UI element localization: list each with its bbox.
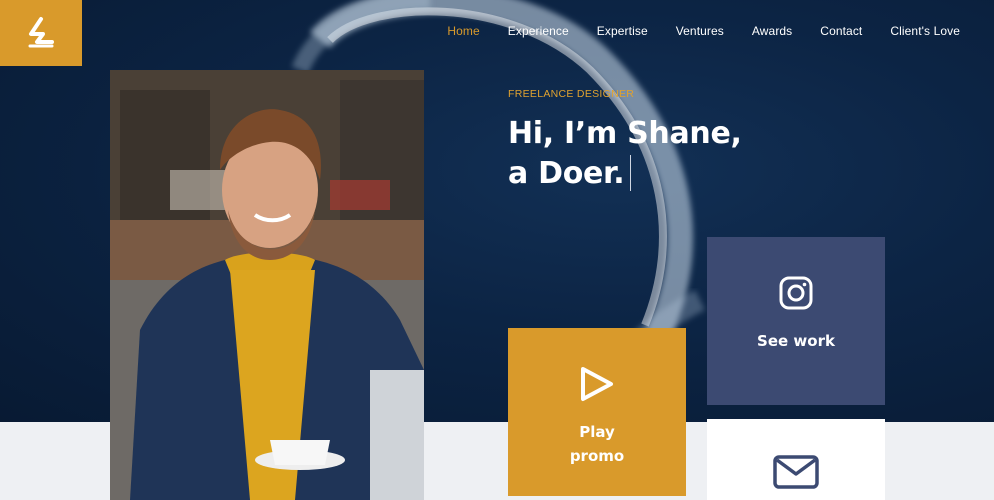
see-work-label: See work: [757, 332, 835, 350]
mail-card[interactable]: [707, 419, 885, 500]
typing-cursor: [630, 155, 632, 191]
nav-awards[interactable]: Awards: [752, 24, 792, 38]
mail-icon: [773, 455, 819, 489]
logo-mark-icon: [28, 17, 54, 48]
hero-headline-line2: a Doer.: [508, 156, 625, 191]
play-promo-label: Play promo: [569, 423, 625, 465]
nav-experience[interactable]: Experience: [508, 24, 569, 38]
nav-contact[interactable]: Contact: [820, 24, 862, 38]
nav-clients-love[interactable]: Client's Love: [890, 24, 960, 38]
hero-headline: Hi, I’m Shane, a Doer.: [508, 114, 742, 194]
see-work-card[interactable]: See work: [707, 237, 885, 405]
site-logo[interactable]: [0, 0, 82, 66]
play-icon: [581, 367, 613, 401]
nav-home[interactable]: Home: [447, 24, 479, 38]
nav-expertise[interactable]: Expertise: [597, 24, 648, 38]
hero-headline-line1: Hi, I’m Shane,: [508, 116, 742, 151]
instagram-icon: [779, 276, 813, 310]
hero-kicker: FREELANCE DESIGNER: [508, 88, 635, 100]
nav-ventures[interactable]: Ventures: [676, 24, 724, 38]
play-promo-card[interactable]: Play promo: [508, 328, 686, 496]
portrait-photo: [110, 70, 424, 500]
main-nav: Home Experience Expertise Ventures Award…: [419, 24, 960, 38]
